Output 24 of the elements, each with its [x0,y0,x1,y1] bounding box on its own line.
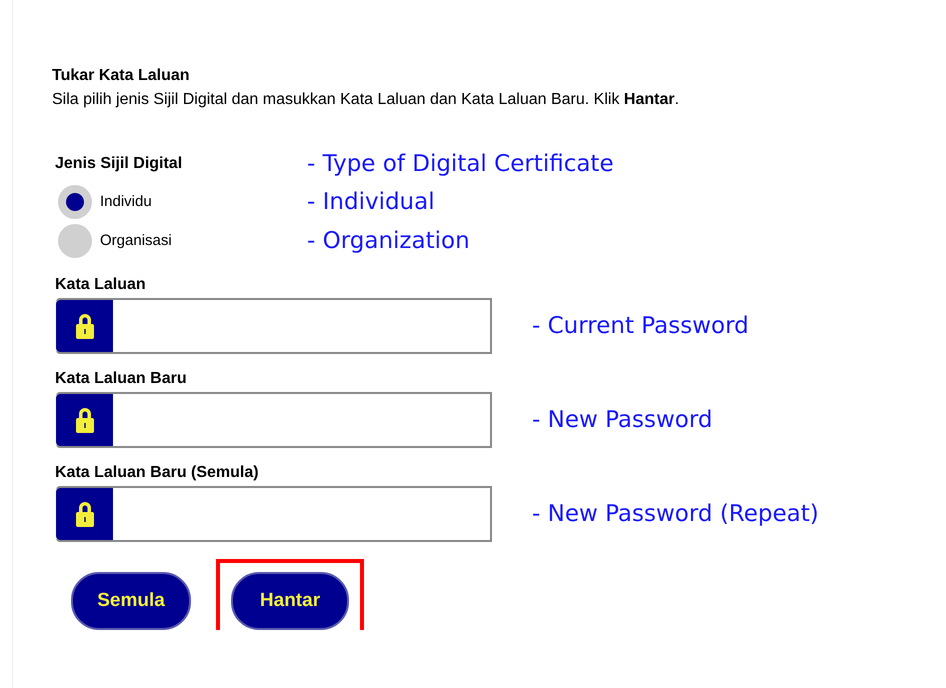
instruction-text: Sila pilih jenis Sijil Digital dan masukkan Kata Laluan dan Kata Laluan Baru. Klik Hantar. [52,90,680,110]
annotation-text: - New Password [532,407,713,433]
form-button[interactable]: Hantar [231,572,349,630]
annotation-text: - Individual [307,188,435,214]
radio-button[interactable] [58,184,92,218]
password-field[interactable] [56,392,492,448]
radio-label: Organisasi [100,232,172,249]
radio-label: Individu [100,193,152,210]
password-field[interactable] [56,486,492,542]
field-label: Kata Laluan [55,276,147,294]
form-title: Tukar Kata Laluan [52,66,191,86]
password-field[interactable] [56,298,492,354]
annotation-text: - Current Password [532,313,749,339]
lock-icon [74,312,94,340]
radio-button[interactable] [58,224,92,258]
field-label: Kata Laluan Baru [55,370,188,388]
annotation-text: - New Password (Repeat) [532,501,819,527]
lock-icon [74,406,94,434]
annotation-text: - Organization [307,228,470,254]
field-label: Jenis Sijil Digital [55,155,182,173]
field-label: Kata Laluan Baru (Semula) [55,464,260,482]
annotation-text: - Type of Digital Certificate [307,151,614,177]
lock-icon [74,500,94,528]
form-button[interactable]: Semula [71,572,191,630]
